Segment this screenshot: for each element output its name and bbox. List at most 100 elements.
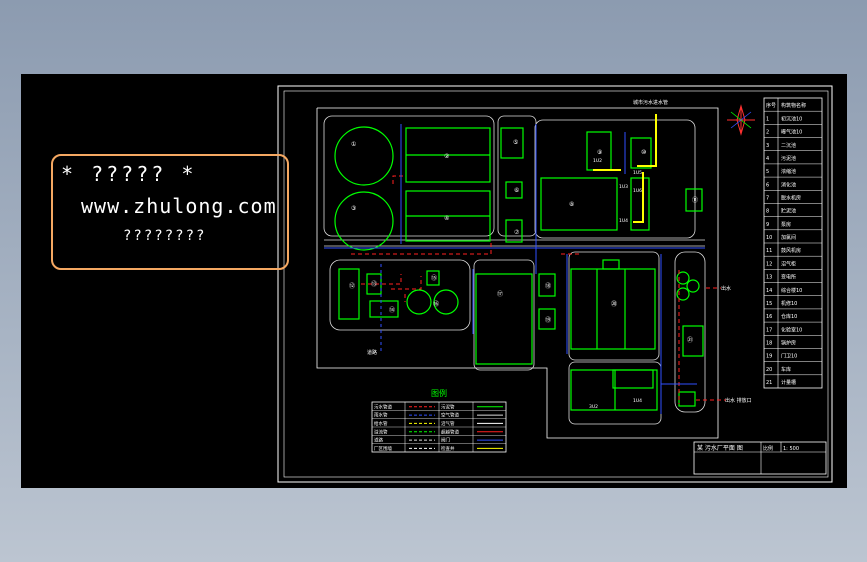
legend-row-label: 阀门 bbox=[441, 437, 450, 444]
legend-row-label: 厂区围墙 bbox=[374, 445, 392, 452]
building-tag: ⑦ bbox=[514, 229, 520, 236]
legend-row-label: 污水管道 bbox=[374, 403, 392, 410]
building-tag: ㉑ bbox=[687, 336, 693, 344]
legend-row-label: 给水管 bbox=[374, 420, 388, 427]
small-tag: 1U2 bbox=[593, 158, 602, 164]
building-list-name: 构筑物名称 bbox=[781, 102, 806, 109]
road-label: 道路 bbox=[367, 349, 377, 356]
building-list-name: 污泥池 bbox=[781, 155, 796, 162]
building-tag: ⑨ bbox=[597, 149, 602, 156]
north-arrow-icon bbox=[727, 104, 755, 136]
building-list-no: 19 bbox=[766, 354, 772, 360]
building-list-no: 13 bbox=[766, 275, 772, 281]
building-list-name: 鼓风机房 bbox=[781, 247, 801, 254]
legend-row-label: 道路 bbox=[374, 437, 383, 444]
building-list-no: 10 bbox=[766, 235, 772, 241]
building-list-table: 序号 构筑物名称 1 初沉池10 2 曝气池10 3 二沉池 4 污泥池 5 浓缩池 6 消化池 7 脱水机房… bbox=[763, 97, 823, 389]
building-list-name: 门卫10 bbox=[781, 353, 797, 360]
legend-row-label: 沼气管 bbox=[441, 420, 455, 427]
building-list-no: 9 bbox=[766, 222, 769, 228]
legend-row-label: 空气管道 bbox=[441, 412, 459, 419]
legend-row-label: 污泥管 bbox=[441, 403, 455, 410]
small-tag: 3U2 bbox=[589, 404, 598, 410]
building-list-name: 泵房 bbox=[781, 221, 791, 228]
building-tag: ⑲ bbox=[545, 316, 551, 324]
site-plan-drawing: 序号 构筑物名称 1 初沉池10 2 曝气池10 3 二沉池 4 污泥池 5 浓缩池 6 消化池 7 脱水机房… bbox=[277, 85, 833, 483]
building-list-name: 锅炉房 bbox=[781, 340, 796, 347]
building-tag: ① bbox=[351, 141, 356, 148]
building-list-no: 8 bbox=[766, 209, 769, 215]
building-tag: ③ bbox=[351, 205, 356, 212]
influent-label: 城市污水进水管 bbox=[633, 99, 668, 106]
building-list-no: 15 bbox=[766, 301, 772, 307]
building-list-name: 加氯间 bbox=[781, 234, 796, 241]
building-list-no: 16 bbox=[766, 314, 772, 320]
building-list-name: 仓库10 bbox=[781, 313, 797, 320]
building-list-no: 6 bbox=[766, 182, 769, 188]
outlet-label-2: 出水 排放口 bbox=[725, 397, 752, 404]
building-list-no: 21 bbox=[766, 380, 772, 386]
scale-label: 比例 bbox=[763, 445, 773, 452]
building-list-name: 曝气池10 bbox=[781, 129, 802, 136]
building-tag: ② bbox=[444, 153, 450, 160]
building-tag: ⑧ bbox=[569, 201, 574, 208]
building-tag: ④ bbox=[444, 215, 449, 222]
building-list-name: 计量槽 bbox=[781, 379, 796, 386]
building-list-name: 综合楼10 bbox=[781, 287, 802, 294]
building-list-name: 化验室10 bbox=[781, 326, 802, 333]
building-list-no: 1 bbox=[766, 116, 769, 122]
building-tag: ⑱ bbox=[545, 282, 551, 290]
building-tag: ⑫ bbox=[349, 282, 355, 290]
pipe-legend: 图例 污水管道 污泥管雨水管 空气管道给水管 沼气管溢流管 超越管道道路 阀门厂区围墙 检查… bbox=[371, 388, 507, 453]
building-tag: ⑥ bbox=[514, 187, 519, 194]
building-list-name: 沼气柜 bbox=[781, 260, 796, 267]
legend-title: 图例 bbox=[431, 388, 447, 398]
building-list-no: 12 bbox=[766, 261, 772, 267]
watermark-line-3: ???????? bbox=[123, 228, 207, 244]
building-list-name: 脱水机房 bbox=[781, 195, 801, 202]
small-tag: 1U4 bbox=[619, 218, 628, 224]
building-tag: ⑤ bbox=[513, 139, 518, 146]
building-list-name: 车库 bbox=[781, 366, 791, 373]
sheet-border-inner bbox=[283, 90, 829, 478]
building-tag: ⑬ bbox=[371, 280, 377, 288]
building-list-no: 14 bbox=[766, 288, 772, 294]
small-tag: 1U4 bbox=[633, 398, 642, 404]
building-tag: ⑭ bbox=[389, 306, 395, 314]
scale-value: 1: 500 bbox=[783, 446, 799, 452]
building-list-name: 二沉池 bbox=[781, 142, 796, 149]
building-tag: ⑰ bbox=[497, 290, 503, 298]
building-list-name: 消化池 bbox=[781, 181, 796, 188]
building-list-name: 浓缩池 bbox=[781, 168, 796, 175]
building-list-no: 11 bbox=[766, 248, 772, 254]
building-list-no: 序号 bbox=[766, 102, 776, 109]
legend-row-label: 雨水管 bbox=[374, 412, 388, 419]
building-list-no: 20 bbox=[766, 367, 772, 373]
small-tag: 1U5 bbox=[633, 170, 642, 176]
building-tag: ⑳ bbox=[611, 300, 617, 308]
watermark-line-1: * ????? * bbox=[61, 162, 197, 186]
legend-row-label: 检查井 bbox=[441, 445, 455, 452]
title-block: 某 污水厂平面 图 比例 1: 500 bbox=[693, 441, 827, 475]
building-list-no: 17 bbox=[766, 327, 772, 333]
building-tag: ⑯ bbox=[433, 300, 439, 308]
building-tag: ⑪ bbox=[692, 196, 698, 204]
building-list-name: 贮泥池 bbox=[781, 208, 796, 215]
cad-drawing-canvas[interactable]: 序号 构筑物名称 1 初沉池10 2 曝气池10 3 二沉池 4 污泥池 5 浓缩池 6 消化池 7 脱水机房… bbox=[21, 74, 847, 488]
building-list-no: 4 bbox=[766, 156, 769, 162]
drawing-title: 某 污水厂平面 图 bbox=[697, 444, 743, 452]
building-list-name: 变电所 bbox=[781, 274, 796, 281]
building-list-name: 机修10 bbox=[781, 300, 797, 307]
building-list-no: 5 bbox=[766, 169, 769, 175]
sludge-treatment-area bbox=[338, 259, 704, 411]
watermark-box: * ????? * www.zhulong.com ???????? bbox=[51, 154, 289, 270]
building-tag: ⑮ bbox=[431, 274, 437, 282]
legend-row-label: 溢流管 bbox=[374, 428, 388, 435]
building-list-name: 初沉池10 bbox=[781, 115, 802, 122]
building-list-no: 18 bbox=[766, 341, 772, 347]
building-list-no: 3 bbox=[766, 143, 769, 149]
legend-row-label: 超越管道 bbox=[441, 428, 459, 435]
building-tag: ⑩ bbox=[641, 149, 646, 156]
outlet-label-1: 出水 bbox=[721, 285, 731, 292]
watermark-url: www.zhulong.com bbox=[81, 194, 277, 218]
